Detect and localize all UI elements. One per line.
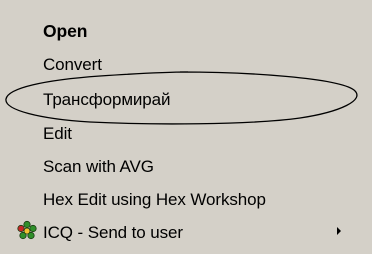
menu-item-edit[interactable]: Edit [43, 123, 72, 147]
icq-flower-icon [17, 220, 37, 240]
menu-item-scan-avg[interactable]: Scan with AVG [43, 156, 154, 180]
menu-item-convert[interactable]: Convert [43, 54, 102, 78]
submenu-arrow-icon [337, 227, 341, 235]
context-menu: Open Convert Трансформирай Edit Scan wit… [0, 0, 372, 254]
menu-item-hex-edit[interactable]: Hex Edit using Hex Workshop [43, 189, 266, 213]
menu-item-icq-send[interactable]: ICQ - Send to user [43, 222, 183, 246]
menu-item-transform[interactable]: Трансформирай [43, 89, 171, 113]
menu-item-open[interactable]: Open [43, 20, 87, 44]
